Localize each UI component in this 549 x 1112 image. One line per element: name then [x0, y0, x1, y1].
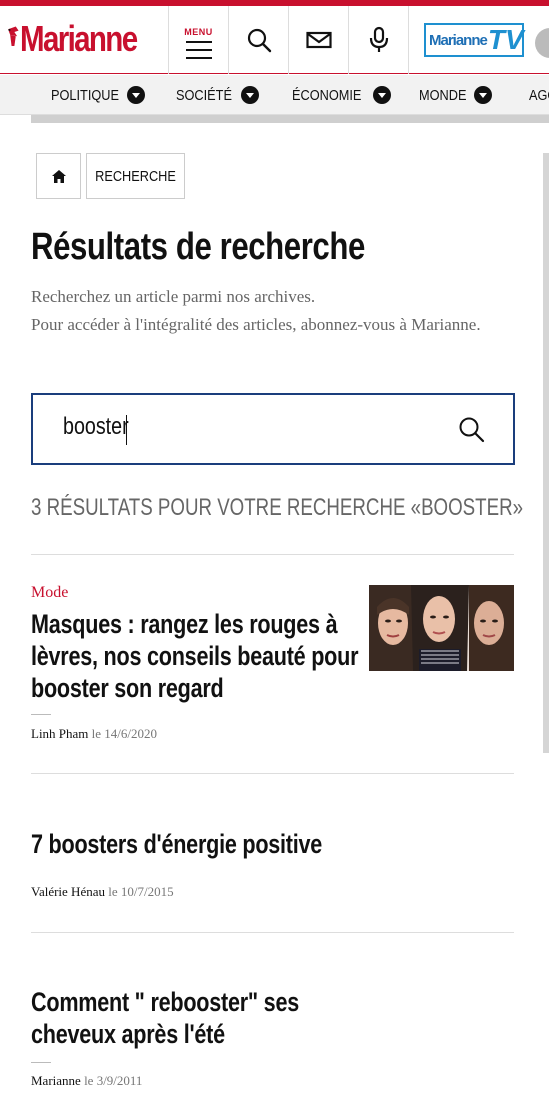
- result-byline: Marianne le 3/9/2011: [31, 1073, 142, 1089]
- microphone-icon: [369, 26, 388, 52]
- divider: [31, 1062, 51, 1063]
- menu-label: MENU: [184, 27, 213, 37]
- intro-line-1: Recherchez un article parmi nos archives…: [31, 287, 316, 306]
- result-author[interactable]: Linh Pham: [31, 726, 88, 741]
- menu-button[interactable]: MENU: [168, 6, 228, 74]
- marianne-tv-logo: Marianne TV: [424, 23, 524, 57]
- result-title[interactable]: Masques : rangez les rouges à lèvres, no…: [31, 608, 363, 704]
- tv-brand-name: Marianne: [429, 31, 488, 49]
- search-form: booster: [31, 393, 515, 465]
- nav-item-politique[interactable]: POLITIQUE: [51, 75, 146, 115]
- text-cursor: [126, 415, 127, 445]
- models-photo: [369, 585, 514, 671]
- divider: [31, 773, 514, 774]
- site-header: Marianne MENU Marianne TV: [0, 6, 549, 74]
- home-icon: [51, 169, 66, 183]
- hamburger-icon: [185, 41, 212, 59]
- nav-item-label: AGO: [529, 86, 549, 104]
- result-title[interactable]: Comment " rebooster" ses cheveux après l…: [31, 986, 367, 1050]
- nav-item-agora[interactable]: AGO: [529, 75, 549, 115]
- logo-text: Marianne: [19, 18, 138, 59]
- nav-item-economie[interactable]: ÉCONOMIE: [292, 75, 391, 115]
- divider: [31, 932, 514, 933]
- result-byline: Valérie Hénau le 10/7/2015: [31, 884, 174, 900]
- result-category[interactable]: Mode: [31, 584, 68, 602]
- nav-item-label: SOCIÉTÉ: [176, 86, 232, 104]
- nav-scroll-indicator: [31, 115, 549, 123]
- nav-item-societe[interactable]: SOCIÉTÉ: [176, 75, 259, 115]
- mail-icon: [305, 31, 332, 49]
- marianne-tv-link[interactable]: Marianne TV: [408, 6, 549, 74]
- phrygian-cap-icon: [8, 26, 19, 46]
- scrollbar[interactable]: [543, 153, 549, 753]
- breadcrumb-home[interactable]: [36, 153, 81, 199]
- tv-suffix: TV: [487, 24, 524, 55]
- result-date: le 14/6/2020: [91, 726, 158, 741]
- results-count: 3 RÉSULTATS POUR VOTRE RECHERCHE «BOOSTE…: [31, 494, 524, 521]
- page-intro: Recherchez un article parmi nos archives…: [31, 283, 501, 339]
- newsletter-button[interactable]: [288, 6, 348, 74]
- nav-item-label: MONDE: [419, 86, 467, 104]
- result-byline: Linh Pham le 14/6/2020: [31, 726, 157, 742]
- chevron-down-icon: [473, 86, 492, 104]
- chevron-down-icon: [372, 86, 391, 104]
- marianne-logo[interactable]: Marianne: [6, 16, 162, 62]
- result-author[interactable]: Valérie Hénau: [31, 884, 105, 899]
- divider: [31, 714, 51, 715]
- breadcrumb-current[interactable]: RECHERCHE: [86, 153, 185, 199]
- result-date: le 10/7/2015: [108, 884, 174, 899]
- nav-item-label: POLITIQUE: [51, 86, 120, 104]
- result-date: le 3/9/2011: [84, 1073, 143, 1088]
- breadcrumb-label: RECHERCHE: [95, 167, 176, 185]
- page-title: Résultats de recherche: [31, 226, 365, 268]
- result-title[interactable]: 7 boosters d'énergie positive: [31, 828, 511, 860]
- search-icon: [247, 28, 271, 53]
- main-nav: POLITIQUE SOCIÉTÉ ÉCONOMIE MONDE AGO: [0, 75, 549, 115]
- chevron-down-icon: [127, 86, 146, 104]
- header-search-button[interactable]: [228, 6, 288, 74]
- result-author[interactable]: Marianne: [31, 1073, 81, 1088]
- result-thumbnail[interactable]: [369, 585, 514, 671]
- nav-item-label: ÉCONOMIE: [292, 86, 362, 104]
- intro-line-2: Pour accéder à l'intégralité des article…: [31, 315, 481, 334]
- chevron-down-icon: [240, 86, 259, 104]
- divider: [31, 554, 514, 555]
- search-submit-icon[interactable]: [457, 415, 487, 445]
- podcast-button[interactable]: [348, 6, 408, 74]
- search-input[interactable]: booster: [63, 413, 129, 441]
- nav-item-monde[interactable]: MONDE: [419, 75, 492, 115]
